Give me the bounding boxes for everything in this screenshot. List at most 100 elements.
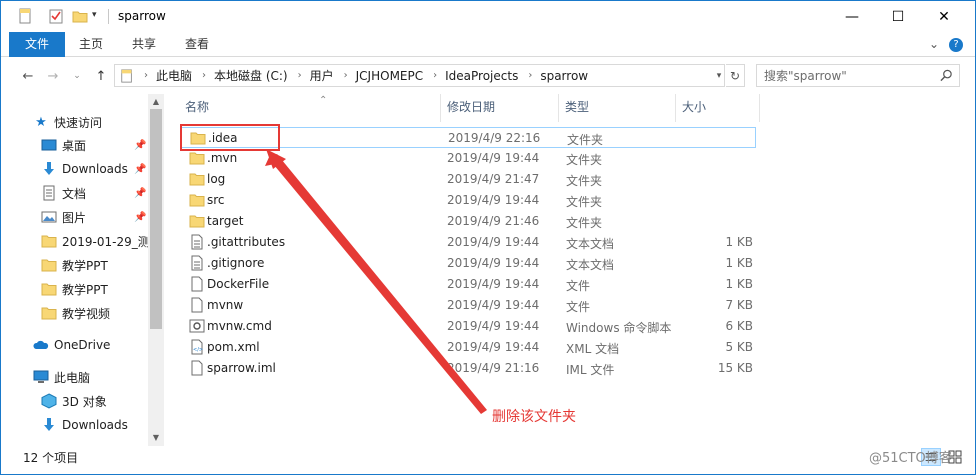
column-header-date[interactable]: 修改日期 (441, 94, 559, 122)
file-name: .mvn (207, 151, 238, 165)
file-row[interactable]: .gitignore 2019/4/9 19:44 文本文档 1 KB (181, 253, 756, 274)
file-row[interactable]: log 2019/4/9 21:47 文件夹 (181, 169, 756, 190)
file-row[interactable]: target 2019/4/9 21:46 文件夹 (181, 211, 756, 232)
folder-location-icon (121, 68, 132, 83)
file-name: pom.xml (207, 340, 260, 354)
breadcrumb-separator[interactable]: › (298, 70, 302, 81)
scrollbar-thumb[interactable] (150, 109, 162, 329)
back-arrow-icon[interactable]: ← (18, 66, 38, 86)
folder-icon (41, 283, 57, 296)
text-file-icon (191, 255, 203, 271)
computer-icon (33, 370, 49, 383)
tab-share[interactable]: 共享 (124, 32, 164, 57)
file-date: 2019/4/9 19:44 (447, 277, 540, 291)
pin-icon[interactable]: 📌 (134, 140, 146, 151)
column-header-name[interactable]: ⌃ 名称 (179, 94, 441, 122)
download-arrow-icon (44, 162, 54, 175)
pin-icon[interactable]: 📌 (134, 212, 146, 223)
nav-onedrive[interactable]: OneDrive (1, 334, 148, 356)
new-folder-icon[interactable] (72, 8, 88, 24)
tab-view[interactable]: 查看 (177, 32, 217, 57)
breadcrumb-this-pc[interactable]: 此电脑 (156, 67, 192, 84)
nav-pictures[interactable]: 图片 📌 (1, 206, 148, 228)
file-type: 文本文档 (566, 258, 615, 272)
properties-checkmark-icon[interactable] (48, 8, 64, 24)
forward-arrow-icon[interactable]: → (43, 66, 63, 86)
nav-label: 2019-01-29_测试 (62, 234, 148, 249)
page-icon[interactable] (17, 8, 33, 24)
nav-label: Downloads (62, 418, 128, 432)
search-box[interactable] (756, 64, 960, 87)
nav-downloads[interactable]: Downloads 📌 (1, 158, 148, 180)
column-header-size[interactable]: 大小 (676, 94, 760, 122)
file-row[interactable]: DockerFile 2019/4/9 19:44 文件 1 KB (181, 274, 756, 295)
file-name: mvnw (207, 298, 244, 312)
file-row[interactable]: mvnw 2019/4/9 19:44 文件 7 KB (181, 295, 756, 316)
file-row[interactable]: sparrow.iml 2019/4/9 21:16 IML 文件 15 KB (181, 358, 756, 379)
nav-documents[interactable]: 文档 📌 (1, 182, 148, 204)
nav-downloads-pc[interactable]: Downloads (1, 414, 148, 436)
script-gear-icon (189, 319, 205, 333)
file-type: IML 文件 (566, 363, 615, 377)
window-title: sparrow (118, 9, 166, 23)
customize-dropdown-icon[interactable]: ▾ (92, 10, 108, 26)
address-dropdown-icon[interactable]: ▾ (712, 64, 726, 87)
close-button[interactable]: ✕ (921, 1, 967, 32)
file-size: 1 KB (725, 235, 753, 249)
file-type: XML 文档 (566, 342, 620, 356)
file-date: 2019/4/9 19:44 (447, 151, 540, 165)
nav-quick-access[interactable]: ★ 快速访问 (1, 111, 148, 133)
highlight-box (180, 124, 280, 151)
pin-icon[interactable]: 📌 (134, 164, 146, 175)
breadcrumb-ideaprojects[interactable]: IdeaProjects (445, 69, 518, 83)
nav-pane-scrollbar[interactable]: ▲ ▼ (148, 94, 164, 446)
pin-icon[interactable]: 📌 (134, 188, 146, 199)
column-header-type[interactable]: 类型 (559, 94, 676, 122)
search-input[interactable] (757, 65, 937, 86)
file-row[interactable]: .mvn 2019/4/9 19:44 文件夹 (181, 148, 756, 169)
nav-folder-ppt-2[interactable]: 教学PPT (1, 278, 148, 300)
maximize-button[interactable]: ☐ (875, 1, 921, 32)
address-bar[interactable]: › 此电脑 › 本地磁盘 (C:) › 用户 › JCJHOMEPC › Ide… (114, 64, 725, 87)
breadcrumb-separator[interactable]: › (344, 70, 348, 81)
file-size: 15 KB (717, 361, 753, 375)
scroll-up-icon[interactable]: ▲ (148, 94, 164, 109)
breadcrumb-user-folder[interactable]: JCJHOMEPC (356, 69, 423, 83)
refresh-icon[interactable]: ↻ (726, 64, 745, 87)
folder-icon (189, 152, 205, 165)
nav-folder-ppt-1[interactable]: 教学PPT (1, 254, 148, 276)
nav-3d-objects[interactable]: 3D 对象 (1, 390, 148, 412)
nav-desktop[interactable]: 桌面 📌 (1, 134, 148, 156)
nav-folder-video[interactable]: 教学视频 (1, 302, 148, 324)
tab-file[interactable]: 文件 (9, 32, 65, 57)
breadcrumb-separator[interactable]: › (202, 70, 206, 81)
expand-ribbon-icon[interactable]: ⌄ (929, 37, 939, 51)
minimize-button[interactable]: — (829, 1, 875, 32)
breadcrumb-users[interactable]: 用户 (310, 67, 334, 84)
folder-icon (41, 259, 57, 272)
file-row[interactable]: mvnw.cmd 2019/4/9 19:44 Windows 命令脚本 6 KB (181, 316, 756, 337)
file-name: mvnw.cmd (207, 319, 272, 333)
breadcrumb-separator[interactable]: › (433, 70, 437, 81)
file-name: log (207, 172, 226, 186)
up-arrow-icon[interactable]: ↑ (91, 66, 111, 86)
file-row[interactable]: .gitattributes 2019/4/9 19:44 文本文档 1 KB (181, 232, 756, 253)
recent-locations-icon[interactable]: ⌄ (67, 66, 87, 86)
file-size: 1 KB (725, 256, 753, 270)
breadcrumb-local-disk[interactable]: 本地磁盘 (C:) (214, 67, 288, 84)
help-icon[interactable]: ? (949, 38, 963, 52)
breadcrumb-separator[interactable]: › (528, 70, 532, 81)
search-icon[interactable] (940, 69, 953, 82)
breadcrumb-sparrow[interactable]: sparrow (540, 69, 588, 83)
tab-home[interactable]: 主页 (71, 32, 111, 57)
desktop-icon (41, 139, 57, 151)
file-row[interactable]: src 2019/4/9 19:44 文件夹 (181, 190, 756, 211)
file-date: 2019/4/9 21:47 (447, 172, 540, 186)
nav-this-pc[interactable]: 此电脑 (1, 366, 148, 388)
folder-icon (41, 235, 57, 248)
file-row[interactable]: </> pom.xml 2019/4/9 19:44 XML 文档 5 KB (181, 337, 756, 358)
text-file-icon (191, 234, 203, 250)
nav-folder-test[interactable]: 2019-01-29_测试 (1, 230, 148, 252)
scroll-down-icon[interactable]: ▼ (148, 430, 164, 445)
explorer-window: ▾ sparrow — ☐ ✕ 文件 主页 共享 查看 ⌄ ? ← → ⌄ ↑ … (0, 0, 976, 475)
